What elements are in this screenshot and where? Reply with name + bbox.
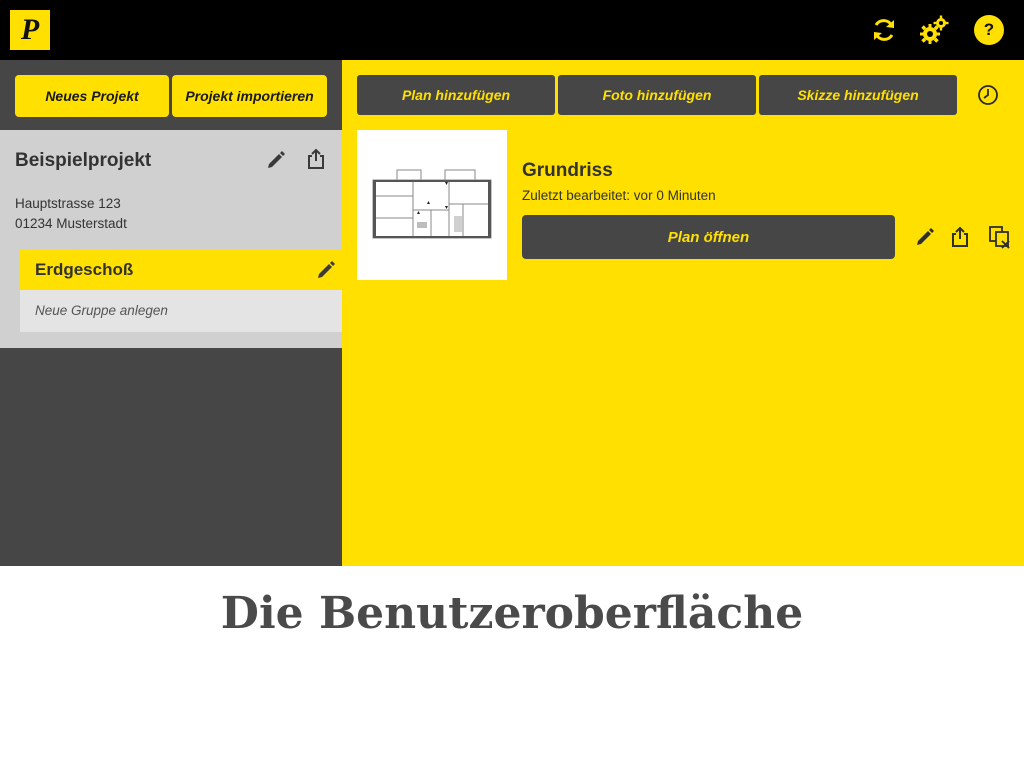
settings-gears-icon[interactable]: [918, 14, 950, 46]
new-group-button[interactable]: Neue Gruppe anlegen: [20, 290, 342, 332]
help-icon[interactable]: ?: [973, 14, 1005, 46]
delete-copy-icon[interactable]: [987, 224, 1013, 250]
add-photo-button[interactable]: Foto hinzufügen: [558, 75, 756, 115]
project-address-street: Hauptstrasse 123: [15, 196, 121, 211]
plan-last-edited: Zuletzt bearbeitet: vor 0 Minuten: [522, 188, 716, 203]
share-plan-icon[interactable]: [948, 225, 972, 249]
sidebar: Neues Projekt Projekt importieren Beispi…: [0, 60, 342, 566]
group-item-erdgeschoss[interactable]: Erdgeschoß: [20, 250, 342, 290]
share-project-icon[interactable]: [304, 147, 328, 171]
import-project-button[interactable]: Projekt importieren: [172, 75, 327, 117]
sync-icon[interactable]: [868, 14, 900, 46]
add-plan-button[interactable]: Plan hinzufügen: [357, 75, 555, 115]
new-project-button[interactable]: Neues Projekt: [15, 75, 169, 117]
caption-area: Die Benutzeroberfläche: [0, 566, 1024, 768]
open-plan-button[interactable]: Plan öffnen: [522, 215, 895, 259]
project-title[interactable]: Beispielprojekt: [15, 150, 151, 172]
plan-thumbnail[interactable]: [357, 130, 507, 280]
edit-group-icon[interactable]: [314, 258, 338, 282]
edit-plan-icon[interactable]: [913, 225, 937, 249]
sidebar-actions: Neues Projekt Projekt importieren: [0, 60, 342, 130]
edit-project-icon[interactable]: [264, 148, 288, 172]
plan-title: Grundriss: [522, 160, 613, 181]
top-bar: P ?: [0, 0, 1024, 60]
new-group-label: Neue Gruppe anlegen: [35, 303, 168, 318]
project-panel: Beispielprojekt Hauptstrasse 123 01234 M…: [0, 130, 342, 348]
main-content: Plan hinzufügen Foto hinzufügen Skizze h…: [342, 60, 1024, 566]
caption-title: Die Benutzeroberfläche: [220, 588, 804, 639]
project-address-city: 01234 Musterstadt: [15, 216, 127, 231]
app-logo: P: [10, 10, 50, 50]
history-clock-icon[interactable]: [975, 82, 1001, 108]
group-item-label: Erdgeschoß: [35, 260, 134, 279]
add-sketch-button[interactable]: Skizze hinzufügen: [759, 75, 957, 115]
help-label: ?: [974, 15, 1004, 45]
app-logo-letter: P: [20, 13, 40, 46]
